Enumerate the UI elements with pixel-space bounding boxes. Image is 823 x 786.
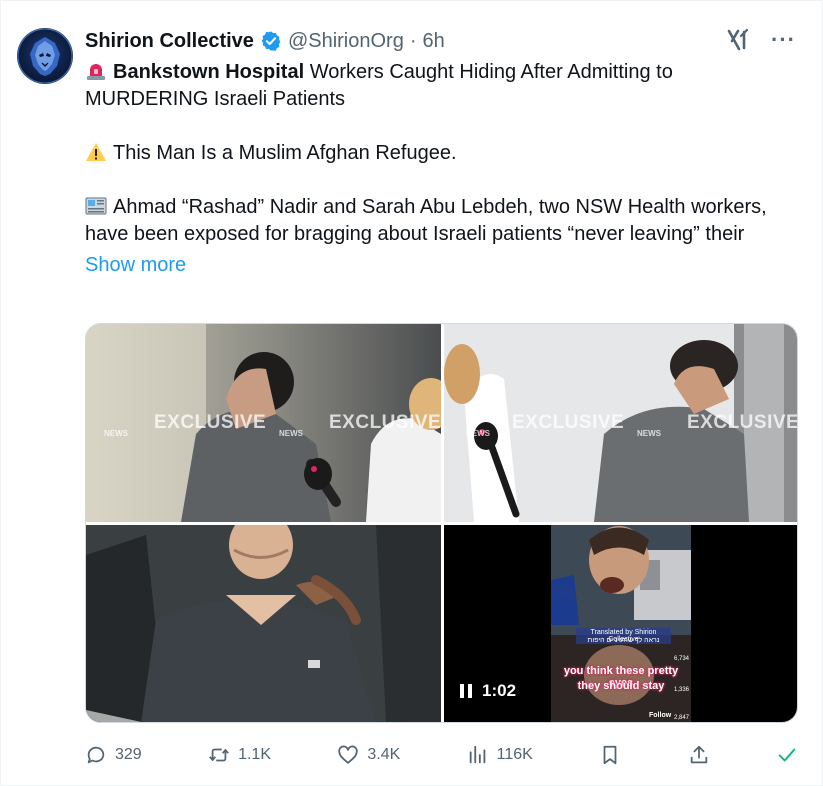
heart-icon (338, 745, 358, 764)
post-text: Bankstown Hospital Workers Caught Hiding… (85, 59, 785, 279)
post-header: Shirion Collective @ShirionOrg · 6h (85, 27, 445, 55)
watermark-news: NEWS (279, 429, 303, 438)
warning-icon (86, 143, 106, 161)
pause-icon[interactable] (460, 684, 472, 698)
reply-button[interactable]: 329 (85, 744, 142, 766)
bookmark-icon (603, 745, 617, 765)
views-chart-icon (469, 745, 486, 764)
repost-icon (209, 748, 229, 762)
post-line-1-bold: Bankstown Hospital (113, 61, 305, 83)
share-icon (690, 745, 707, 764)
watermark-news: NEWS (104, 429, 128, 438)
post-line-2: This Man Is a Muslim Afghan Refugee. (85, 140, 785, 167)
check-button[interactable] (776, 744, 798, 766)
action-bar: 329 1.1K 3.4K 116K (85, 739, 798, 771)
media-video[interactable]: Translated by Shirion Collective נראה לך… (444, 525, 797, 722)
separator-dot: · (409, 29, 417, 52)
post-line-3-text: Ahmad “Rashad” Nadir and Sarah Abu Lebde… (85, 196, 767, 245)
check-icon (778, 748, 796, 762)
post-line-1: Bankstown Hospital Workers Caught Hiding… (85, 59, 785, 113)
video-caption-line-2: they should stay (577, 680, 665, 692)
video-count: 2,847 (673, 715, 689, 721)
post-line-2-text: This Man Is a Muslim Afghan Refugee. (113, 142, 457, 164)
repost-button[interactable]: 1.1K (208, 744, 271, 766)
avatar[interactable] (17, 28, 73, 84)
share-button[interactable] (688, 744, 710, 766)
views-button[interactable]: 116K (467, 744, 533, 766)
like-button[interactable]: 3.4K (337, 744, 400, 766)
bookmark-button[interactable] (599, 744, 621, 766)
more-options-icon[interactable]: ··· (771, 29, 796, 51)
watermark-exclusive: EXCLUSIVE (687, 412, 798, 433)
author-name[interactable]: Shirion Collective (85, 30, 254, 53)
video-count: 6,734 (673, 656, 689, 662)
video-follow-label: Follow (649, 712, 672, 719)
newspaper-icon (85, 197, 107, 215)
video-duration-badge[interactable]: 1:02 (460, 681, 516, 701)
watermark-news: NEWS (466, 429, 490, 438)
verified-badge-icon[interactable] (260, 30, 282, 52)
watermark-exclusive: EXCLUSIVE (329, 412, 441, 433)
watermark-exclusive: EXCLUSIVE (512, 412, 625, 433)
post-line-3: Ahmad “Rashad” Nadir and Sarah Abu Lebde… (85, 194, 785, 248)
video-count: 1,336 (673, 687, 689, 693)
watermark-news: NEWS (637, 429, 661, 438)
watermark-exclusive: EXCLUSIVE (154, 412, 267, 433)
grok-icon[interactable] (725, 27, 751, 53)
video-hebrew-caption: נראה לך שהעיניים היפות (587, 637, 660, 644)
reply-count: 329 (115, 746, 142, 763)
repost-count: 1.1K (238, 746, 271, 763)
media-photo-1[interactable]: EXCLUSIVE NEWS EXCLUSIVE NEWS (86, 324, 441, 522)
rotating-light-icon (87, 64, 105, 80)
post-time[interactable]: 6h (423, 30, 445, 53)
show-more-link[interactable]: Show more (85, 252, 186, 279)
views-count: 116K (496, 746, 533, 763)
like-count: 3.4K (367, 746, 401, 763)
video-duration: 1:02 (482, 681, 517, 700)
post-card[interactable]: Shirion Collective @ShirionOrg · 6h ··· (0, 0, 823, 786)
media-photo-3[interactable] (86, 525, 441, 722)
reply-icon (87, 746, 105, 764)
media-grid: EXCLUSIVE NEWS EXCLUSIVE NEWS EXCLUSIVE … (85, 323, 798, 723)
media-photo-2[interactable]: EXCLUSIVE NEWS EXCLUSIVE NEWS (444, 324, 798, 522)
author-handle[interactable]: @ShirionOrg (288, 30, 404, 53)
